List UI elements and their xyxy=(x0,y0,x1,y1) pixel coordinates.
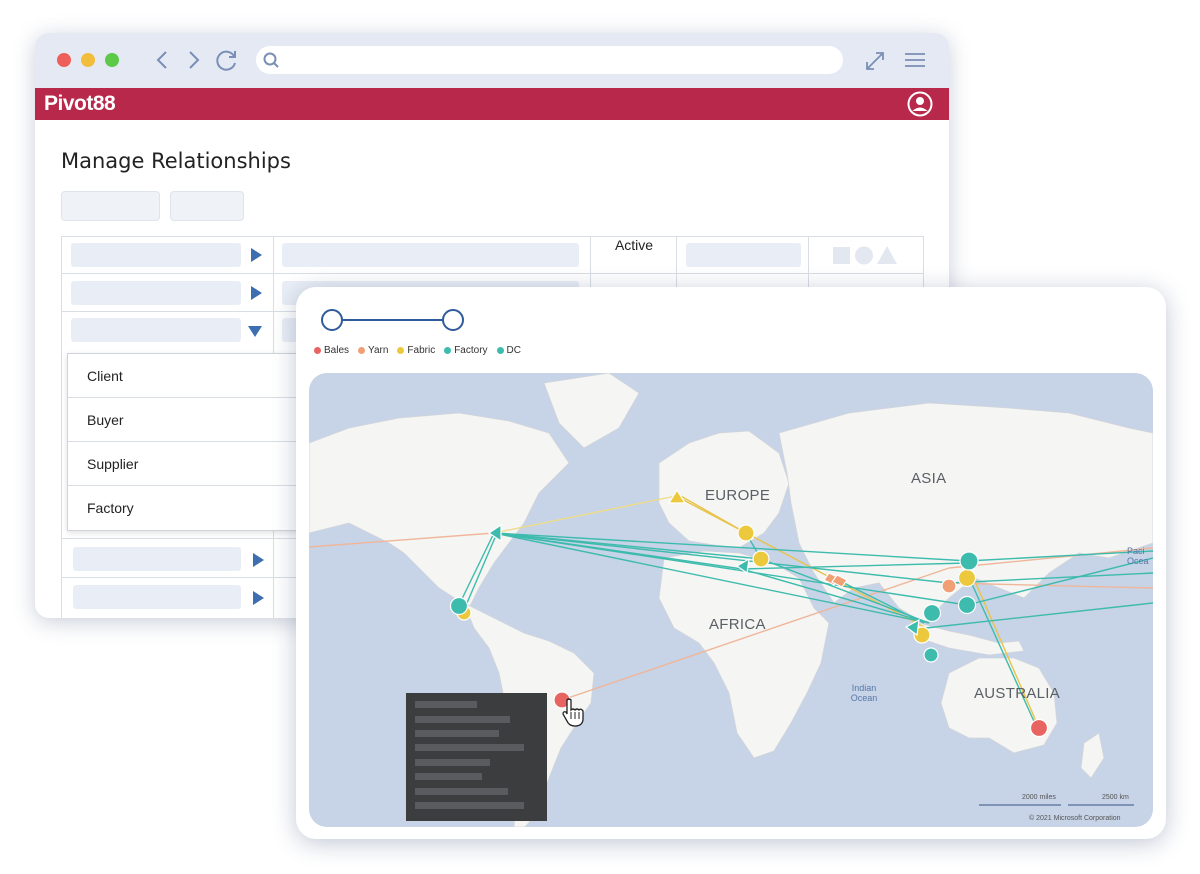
legend-swatch xyxy=(397,347,405,354)
range-slider-start-handle[interactable] xyxy=(321,309,343,331)
legend-item-dc[interactable]: DC xyxy=(496,345,521,356)
legend-swatch xyxy=(314,347,321,354)
collapse-row-icon[interactable] xyxy=(248,326,262,337)
table-cell xyxy=(71,281,241,305)
expand-row-icon[interactable] xyxy=(251,286,262,300)
user-avatar-icon[interactable] xyxy=(907,91,933,121)
legend-item-yarn[interactable]: Yarn xyxy=(358,345,388,356)
table-cell xyxy=(73,585,241,609)
world-map[interactable]: EUROPE ASIA AFRICA AUSTRALIA Indian Ocea… xyxy=(309,373,1153,827)
fabric-marker xyxy=(957,568,977,588)
map-tooltip xyxy=(406,693,547,821)
forward-icon[interactable] xyxy=(181,47,205,73)
maximize-window-button[interactable] xyxy=(105,53,119,67)
table-cell xyxy=(686,243,801,267)
legend-item-bales[interactable]: Bales xyxy=(314,345,349,356)
factory-marker xyxy=(449,596,469,616)
legend-label: Factory xyxy=(454,345,488,356)
scale-miles-label: 2000 miles xyxy=(1022,794,1056,801)
placeholder-button-2[interactable] xyxy=(170,191,244,221)
reload-icon[interactable] xyxy=(213,47,241,73)
factory-marker xyxy=(957,595,977,615)
legend-item-fabric[interactable]: Fabric xyxy=(397,345,435,356)
pivot88-logo[interactable]: Pivot88 xyxy=(44,92,116,116)
scale-bar-km xyxy=(1068,804,1134,806)
fabric-marker xyxy=(737,524,755,542)
shapes-icon xyxy=(833,245,899,269)
dropdown-option-buyer[interactable]: Buyer xyxy=(68,398,308,442)
legend-swatch xyxy=(496,347,504,354)
expand-icon[interactable] xyxy=(863,47,887,73)
expand-row-icon[interactable] xyxy=(253,553,264,567)
legend-label: Bales xyxy=(324,345,350,356)
dropdown-option-client[interactable]: Client xyxy=(68,354,308,398)
bales-marker xyxy=(1029,718,1049,738)
page-title: Manage Relationships xyxy=(61,149,291,173)
scale-km-label: 2500 km xyxy=(1102,794,1129,801)
expand-row-icon[interactable] xyxy=(251,248,262,262)
app-header: Pivot88 xyxy=(35,88,949,120)
map-copyright: © 2021 Microsoft Corporation xyxy=(1029,815,1121,822)
close-window-button[interactable] xyxy=(57,53,71,67)
minimize-window-button[interactable] xyxy=(81,53,95,67)
yarn-marker xyxy=(941,578,957,594)
menu-icon[interactable] xyxy=(903,47,927,73)
address-bar[interactable] xyxy=(256,46,843,74)
table-cell xyxy=(73,547,241,571)
legend-item-factory[interactable]: Factory xyxy=(444,345,488,356)
legend-label: DC xyxy=(506,345,521,356)
map-legend: Bales Yarn Fabric Factory DC xyxy=(314,345,521,356)
map-label-pacific-ocean: Paci Ocea xyxy=(1127,546,1149,566)
back-icon[interactable] xyxy=(151,47,175,73)
factory-marker xyxy=(959,551,979,571)
map-label-asia: ASIA xyxy=(911,470,947,487)
placeholder-button-1[interactable] xyxy=(61,191,160,221)
legend-swatch xyxy=(358,347,366,354)
range-slider-track[interactable] xyxy=(332,319,454,321)
fabric-marker xyxy=(752,550,770,568)
table-cell xyxy=(71,243,241,267)
legend-label: Fabric xyxy=(407,345,436,356)
map-label-indian-ocean: Indian Ocean xyxy=(850,683,878,703)
dropdown-option-supplier[interactable]: Supplier xyxy=(68,442,308,486)
status-cell: Active xyxy=(614,237,654,253)
dc-marker xyxy=(904,618,920,637)
map-label-australia: AUSTRALIA xyxy=(974,685,1061,702)
map-label-africa: AFRICA xyxy=(709,616,766,633)
legend-swatch xyxy=(444,347,452,354)
supply-chain-map-card: Bales Yarn Fabric Factory DC EUROPE ASIA… xyxy=(296,287,1166,839)
expand-row-icon[interactable] xyxy=(253,591,264,605)
scale-bar-miles xyxy=(979,804,1061,806)
search-icon xyxy=(262,51,280,73)
map-label-europe: EUROPE xyxy=(705,487,771,504)
dropdown-option-factory[interactable]: Factory xyxy=(68,486,308,530)
range-slider-end-handle[interactable] xyxy=(442,309,464,331)
table-cell xyxy=(282,243,579,267)
factory-marker xyxy=(923,647,939,663)
browser-toolbar xyxy=(35,33,949,88)
factory-marker xyxy=(922,603,942,623)
legend-label: Yarn xyxy=(368,345,389,356)
table-cell xyxy=(71,318,241,342)
relationship-type-dropdown: Client Buyer Supplier Factory xyxy=(67,353,309,531)
